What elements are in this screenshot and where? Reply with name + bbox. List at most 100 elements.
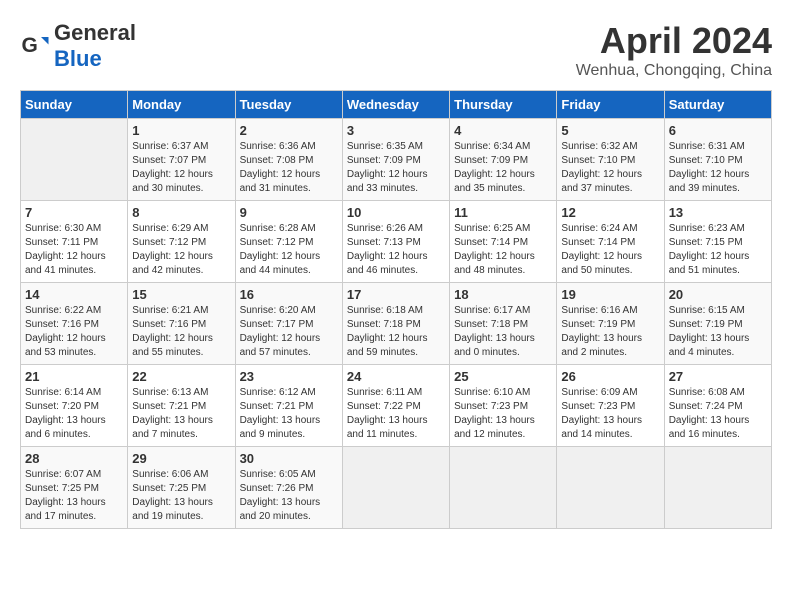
day-number: 25: [454, 369, 552, 384]
location: Wenhua, Chongqing, China: [576, 62, 772, 80]
day-info: Sunrise: 6:37 AM Sunset: 7:07 PM Dayligh…: [132, 140, 230, 196]
day-number: 21: [25, 369, 123, 384]
day-info: Sunrise: 6:13 AM Sunset: 7:21 PM Dayligh…: [132, 386, 230, 442]
calendar-cell: 12 Sunrise: 6:24 AM Sunset: 7:14 PM Dayli…: [557, 201, 664, 283]
day-number: 28: [25, 451, 123, 466]
calendar-cell: 24 Sunrise: 6:11 AM Sunset: 7:22 PM Dayli…: [342, 365, 449, 447]
header-day-thursday: Thursday: [450, 91, 557, 119]
calendar-header-row: SundayMondayTuesdayWednesdayThursdayFrid…: [21, 91, 772, 119]
day-info: Sunrise: 6:05 AM Sunset: 7:26 PM Dayligh…: [240, 468, 338, 524]
day-number: 4: [454, 123, 552, 138]
calendar-cell: 27Sunrise: 6:08 AM Sunset: 7:24 PM Dayli…: [664, 365, 771, 447]
day-number: 26: [561, 369, 659, 384]
calendar-cell: 11 Sunrise: 6:25 AM Sunset: 7:14 PM Dayli…: [450, 201, 557, 283]
calendar-cell: [21, 119, 128, 201]
day-number: 20: [669, 287, 767, 302]
calendar-cell: 18Sunrise: 6:17 AM Sunset: 7:18 PM Dayli…: [450, 283, 557, 365]
calendar-cell: 3Sunrise: 6:35 AM Sunset: 7:09 PM Daylig…: [342, 119, 449, 201]
calendar-cell: [664, 447, 771, 529]
calendar-cell: 30 Sunrise: 6:05 AM Sunset: 7:26 PM Dayli…: [235, 447, 342, 529]
day-info: Sunrise: 6:21 AM Sunset: 7:16 PM Dayligh…: [132, 304, 230, 360]
logo-icon: G: [20, 31, 50, 61]
day-number: 16: [240, 287, 338, 302]
header-day-wednesday: Wednesday: [342, 91, 449, 119]
day-info: Sunrise: 6:14 AM Sunset: 7:20 PM Dayligh…: [25, 386, 123, 442]
day-number: 12: [561, 205, 659, 220]
day-number: 14: [25, 287, 123, 302]
day-info: Sunrise: 6:34 AM Sunset: 7:09 PM Dayligh…: [454, 140, 552, 196]
day-number: 7: [25, 205, 123, 220]
day-info: Sunrise: 6:28 AM Sunset: 7:12 PM Dayligh…: [240, 222, 338, 278]
day-number: 22: [132, 369, 230, 384]
calendar-cell: 2 Sunrise: 6:36 AM Sunset: 7:08 PM Daylig…: [235, 119, 342, 201]
day-number: 5: [561, 123, 659, 138]
day-info: Sunrise: 6:15 AM Sunset: 7:19 PM Dayligh…: [669, 304, 767, 360]
calendar-cell: 1 Sunrise: 6:37 AM Sunset: 7:07 PM Daylig…: [128, 119, 235, 201]
day-number: 19: [561, 287, 659, 302]
logo-text: GeneralBlue: [54, 20, 136, 72]
day-number: 6: [669, 123, 767, 138]
day-info: Sunrise: 6:16 AM Sunset: 7:19 PM Dayligh…: [561, 304, 659, 360]
calendar-cell: 16 Sunrise: 6:20 AM Sunset: 7:17 PM Dayli…: [235, 283, 342, 365]
day-number: 11: [454, 205, 552, 220]
calendar-week-3: 14 Sunrise: 6:22 AM Sunset: 7:16 PM Dayli…: [21, 283, 772, 365]
day-number: 9: [240, 205, 338, 220]
day-number: 30: [240, 451, 338, 466]
calendar-cell: 17 Sunrise: 6:18 AM Sunset: 7:18 PM Dayli…: [342, 283, 449, 365]
day-info: Sunrise: 6:06 AM Sunset: 7:25 PM Dayligh…: [132, 468, 230, 524]
day-info: Sunrise: 6:17 AM Sunset: 7:18 PM Dayligh…: [454, 304, 552, 360]
calendar-cell: 15 Sunrise: 6:21 AM Sunset: 7:16 PM Dayli…: [128, 283, 235, 365]
calendar-cell: 14 Sunrise: 6:22 AM Sunset: 7:16 PM Dayli…: [21, 283, 128, 365]
day-info: Sunrise: 6:08 AM Sunset: 7:24 PM Dayligh…: [669, 386, 767, 442]
calendar-cell: 25 Sunrise: 6:10 AM Sunset: 7:23 PM Dayli…: [450, 365, 557, 447]
day-info: Sunrise: 6:23 AM Sunset: 7:15 PM Dayligh…: [669, 222, 767, 278]
calendar-cell: 19 Sunrise: 6:16 AM Sunset: 7:19 PM Dayli…: [557, 283, 664, 365]
day-info: Sunrise: 6:25 AM Sunset: 7:14 PM Dayligh…: [454, 222, 552, 278]
calendar-cell: [450, 447, 557, 529]
calendar-cell: 21 Sunrise: 6:14 AM Sunset: 7:20 PM Dayli…: [21, 365, 128, 447]
day-number: 1: [132, 123, 230, 138]
day-info: Sunrise: 6:24 AM Sunset: 7:14 PM Dayligh…: [561, 222, 659, 278]
day-info: Sunrise: 6:07 AM Sunset: 7:25 PM Dayligh…: [25, 468, 123, 524]
day-number: 24: [347, 369, 445, 384]
calendar-cell: 9 Sunrise: 6:28 AM Sunset: 7:12 PM Daylig…: [235, 201, 342, 283]
day-number: 17: [347, 287, 445, 302]
calendar-cell: 13 Sunrise: 6:23 AM Sunset: 7:15 PM Dayli…: [664, 201, 771, 283]
logo-blue: Blue: [54, 46, 102, 71]
day-info: Sunrise: 6:31 AM Sunset: 7:10 PM Dayligh…: [669, 140, 767, 196]
day-number: 29: [132, 451, 230, 466]
day-info: Sunrise: 6:29 AM Sunset: 7:12 PM Dayligh…: [132, 222, 230, 278]
day-info: Sunrise: 6:30 AM Sunset: 7:11 PM Dayligh…: [25, 222, 123, 278]
calendar-week-5: 28 Sunrise: 6:07 AM Sunset: 7:25 PM Dayli…: [21, 447, 772, 529]
svg-text:G: G: [22, 34, 38, 57]
day-info: Sunrise: 6:18 AM Sunset: 7:18 PM Dayligh…: [347, 304, 445, 360]
day-number: 2: [240, 123, 338, 138]
day-info: Sunrise: 6:11 AM Sunset: 7:22 PM Dayligh…: [347, 386, 445, 442]
day-number: 23: [240, 369, 338, 384]
header-day-tuesday: Tuesday: [235, 91, 342, 119]
day-number: 15: [132, 287, 230, 302]
calendar-cell: 8 Sunrise: 6:29 AM Sunset: 7:12 PM Daylig…: [128, 201, 235, 283]
day-info: Sunrise: 6:09 AM Sunset: 7:23 PM Dayligh…: [561, 386, 659, 442]
header-day-sunday: Sunday: [21, 91, 128, 119]
day-info: Sunrise: 6:10 AM Sunset: 7:23 PM Dayligh…: [454, 386, 552, 442]
calendar-week-1: 1 Sunrise: 6:37 AM Sunset: 7:07 PM Daylig…: [21, 119, 772, 201]
day-number: 13: [669, 205, 767, 220]
calendar-cell: 23Sunrise: 6:12 AM Sunset: 7:21 PM Dayli…: [235, 365, 342, 447]
day-info: Sunrise: 6:35 AM Sunset: 7:09 PM Dayligh…: [347, 140, 445, 196]
calendar-cell: 28 Sunrise: 6:07 AM Sunset: 7:25 PM Dayli…: [21, 447, 128, 529]
day-info: Sunrise: 6:20 AM Sunset: 7:17 PM Dayligh…: [240, 304, 338, 360]
calendar-cell: [557, 447, 664, 529]
calendar-table: SundayMondayTuesdayWednesdayThursdayFrid…: [20, 90, 772, 529]
day-info: Sunrise: 6:22 AM Sunset: 7:16 PM Dayligh…: [25, 304, 123, 360]
calendar-cell: 20 Sunrise: 6:15 AM Sunset: 7:19 PM Dayli…: [664, 283, 771, 365]
day-info: Sunrise: 6:36 AM Sunset: 7:08 PM Dayligh…: [240, 140, 338, 196]
day-number: 8: [132, 205, 230, 220]
day-number: 10: [347, 205, 445, 220]
calendar-cell: 22 Sunrise: 6:13 AM Sunset: 7:21 PM Dayli…: [128, 365, 235, 447]
calendar-cell: 6 Sunrise: 6:31 AM Sunset: 7:10 PM Daylig…: [664, 119, 771, 201]
calendar-cell: 5Sunrise: 6:32 AM Sunset: 7:10 PM Daylig…: [557, 119, 664, 201]
calendar-cell: 26 Sunrise: 6:09 AM Sunset: 7:23 PM Dayli…: [557, 365, 664, 447]
month-year: April 2024: [576, 20, 772, 62]
calendar-cell: 4 Sunrise: 6:34 AM Sunset: 7:09 PM Daylig…: [450, 119, 557, 201]
